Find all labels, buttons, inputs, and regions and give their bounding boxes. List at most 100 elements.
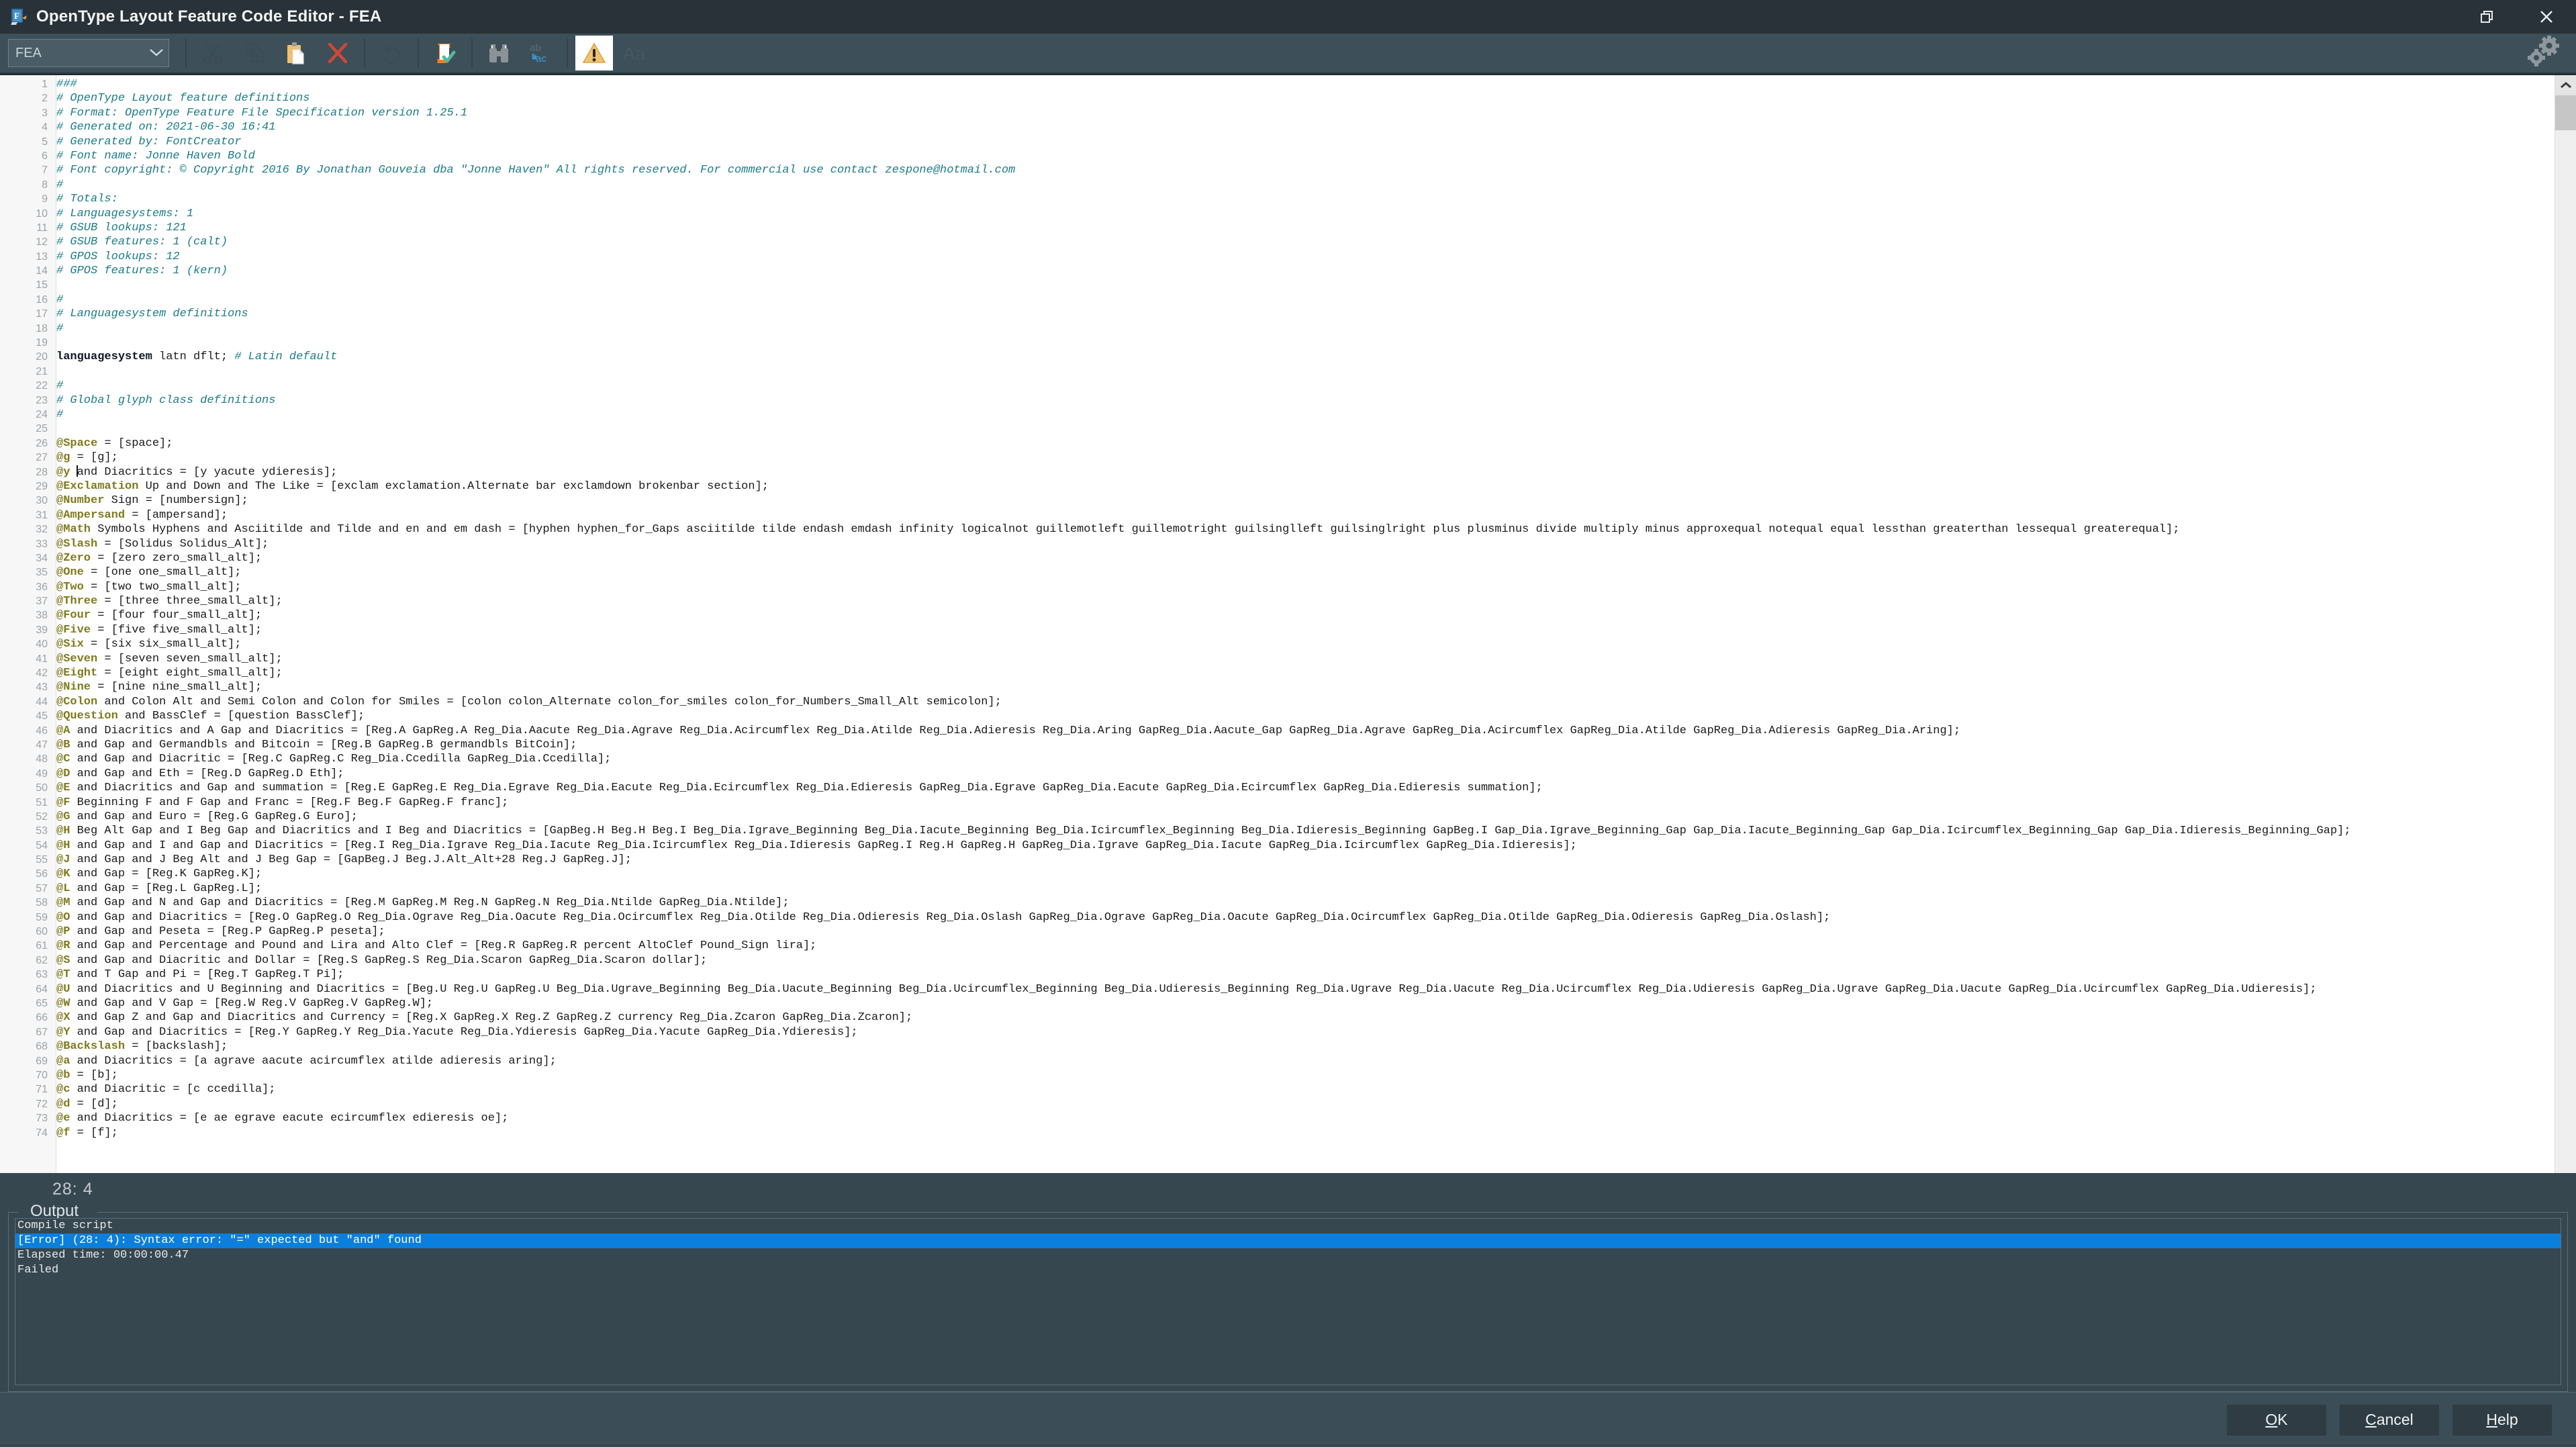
cancel-button[interactable]: Cancel [2340,1404,2439,1436]
line-text[interactable]: @J and Gap and J Beg Alt and J Beg Gap =… [52,853,632,867]
code-line[interactable]: 47 @B and Gap and Germandbls and Bitcoin … [0,738,2555,752]
scrollbar-thumb[interactable] [2555,95,2576,130]
code-line[interactable]: 48 @C and Gap and Diacritic = [Reg.C GapR… [0,752,2555,766]
code-line[interactable]: 39 @Five = [five five_small_alt]; [0,623,2555,637]
line-text[interactable]: @B and Gap and Germandbls and Bitcoin = … [52,738,577,752]
code-line[interactable]: 15 [0,278,2555,292]
code-line[interactable]: 38 @Four = [four four_small_alt]; [0,608,2555,622]
font-button[interactable]: Aa [617,36,655,71]
line-text[interactable]: # [52,293,63,307]
code-line[interactable]: 57 @L and Gap = [Reg.L GapReg.L]; [0,882,2555,896]
code-line[interactable]: 12 # GSUB features: 1 (calt) [0,235,2555,249]
line-text[interactable]: @Six = [six six_small_alt]; [52,637,241,651]
code-editor[interactable]: 1 ### 2 # OpenType Layout feature definitio… [0,75,2555,1173]
code-line[interactable]: 5 # Generated by: FontCreator [0,135,2555,149]
code-line[interactable]: 71 @c and Diacritic = [c ccedilla]; [0,1082,2555,1096]
code-line[interactable]: 35 @One = [one one_small_alt]; [0,565,2555,579]
code-line[interactable]: 10 # Languagesystems: 1 [0,207,2555,221]
code-line[interactable]: 42 @Eight = [eight eight_small_alt]; [0,666,2555,680]
code-line[interactable]: 4 # Generated on: 2021-06-30 16:41 [0,120,2555,134]
code-line[interactable]: 22 # [0,379,2555,393]
code-line[interactable]: 54 @H and Gap and I and Gap and Diacritic… [0,839,2555,853]
code-line[interactable]: 3 # Format: OpenType Feature File Specifi… [0,106,2555,120]
line-text[interactable]: @c and Diacritic = [c ccedilla]; [52,1082,275,1096]
scroll-up-arrow-icon[interactable] [2555,75,2576,95]
output-line[interactable]: Failed [15,1263,2561,1278]
code-line[interactable]: 18 # [0,322,2555,336]
editor-vertical-scrollbar[interactable] [2555,75,2576,1173]
ok-button[interactable]: OK [2227,1404,2326,1436]
line-text[interactable] [52,336,56,350]
line-text[interactable]: @Eight = [eight eight_small_alt]; [52,666,283,680]
line-text[interactable]: @Two = [two two_small_alt]; [52,580,241,594]
line-text[interactable]: # [52,178,63,192]
code-line[interactable]: 61 @R and Gap and Percentage and Pound an… [0,939,2555,953]
code-line[interactable]: 32 @Math Symbols Hyphens and Asciitilde a… [0,522,2555,536]
code-line[interactable]: 31 @Ampersand = [ampersand]; [0,508,2555,522]
line-text[interactable]: @a and Diacritics = [a agrave aacute aci… [52,1054,557,1068]
line-text[interactable]: @Three = [three three_small_alt]; [52,594,283,608]
code-line[interactable]: 14 # GPOS features: 1 (kern) [0,264,2555,278]
code-line[interactable]: 43 @Nine = [nine nine_small_alt]; [0,680,2555,694]
line-text[interactable] [52,278,56,292]
undo-button[interactable] [373,36,410,71]
line-text[interactable]: # GPOS features: 1 (kern) [52,264,228,278]
code-line[interactable]: 6 # Font name: Jonne Haven Bold [0,149,2555,163]
line-text[interactable]: @E and Diacritics and Gap and summation … [52,781,1543,795]
line-text[interactable]: # Languagesystems: 1 [52,207,193,221]
code-line[interactable]: 7 # Font copyright: © Copyright 2016 By J… [0,163,2555,177]
code-line[interactable]: 50 @E and Diacritics and Gap and summatio… [0,781,2555,795]
line-text[interactable]: @Seven = [seven seven_small_alt]; [52,652,283,666]
code-line[interactable]: 58 @M and Gap and N and Gap and Diacritic… [0,896,2555,910]
line-text[interactable]: @d = [d]; [52,1097,118,1111]
line-text[interactable]: @b = [b]; [52,1068,118,1082]
line-text[interactable]: @Exclamation Up and Down and The Like = … [52,479,769,494]
code-line[interactable]: 49 @D and Gap and Eth = [Reg.D GapReg.D E… [0,767,2555,781]
errors-button[interactable] [575,36,613,71]
help-button[interactable]: Help [2452,1404,2552,1436]
code-line[interactable]: 69 @a and Diacritics = [a agrave aacute a… [0,1054,2555,1068]
line-text[interactable]: @g = [g]; [52,451,118,465]
code-line[interactable]: 64 @U and Diacritics and U Beginning and … [0,982,2555,996]
line-text[interactable]: # Global glyph class definitions [52,393,275,408]
line-text[interactable]: # GSUB features: 1 (calt) [52,235,228,249]
line-text[interactable]: # [52,408,63,422]
line-text[interactable]: @Ampersand = [ampersand]; [52,508,228,522]
code-line[interactable]: 44 @Colon and Colon Alt and Semi Colon an… [0,695,2555,709]
code-line[interactable]: 41 @Seven = [seven seven_small_alt]; [0,652,2555,666]
settings-button[interactable] [2524,35,2563,72]
line-text[interactable]: # Format: OpenType Feature File Specific… [52,106,467,120]
code-line[interactable]: 40 @Six = [six six_small_alt]; [0,637,2555,651]
code-line[interactable]: 62 @S and Gap and Diacritic and Dollar = … [0,953,2555,968]
output-line-selected[interactable]: [Error] (28: 4): Syntax error: "=" expec… [15,1233,2561,1248]
line-text[interactable]: @H and Gap and I and Gap and Diacritics … [52,839,1577,853]
line-text[interactable]: @S and Gap and Diacritic and Dollar = [R… [52,953,707,968]
code-line[interactable]: 66 @X and Gap Z and Gap and Diacritics an… [0,1011,2555,1025]
code-lines[interactable]: 1 ### 2 # OpenType Layout feature definitio… [0,75,2555,1140]
line-text[interactable]: @O and Gap and Diacritics = [Reg.O GapRe… [52,911,1830,925]
close-button[interactable] [2517,0,2576,34]
replace-button[interactable]: ab ac [522,36,559,71]
code-line[interactable]: 19 [0,336,2555,350]
line-text[interactable]: # Generated by: FontCreator [52,135,241,149]
line-text[interactable]: @C and Gap and Diacritic = [Reg.C GapReg… [52,752,611,766]
line-text[interactable]: @G and Gap and Euro = [Reg.G GapReg.G Eu… [52,810,358,824]
cut-button[interactable] [194,36,232,71]
code-line[interactable]: 28 @y and Diacritics = [y yacute ydieresi… [0,465,2555,479]
code-line[interactable]: 56 @K and Gap = [Reg.K GapReg.K]; [0,867,2555,881]
line-text[interactable]: @Backslash = [backslash]; [52,1039,228,1054]
code-line[interactable]: 46 @A and Diacritics and A Gap and Diacri… [0,724,2555,738]
code-line[interactable]: 16 # [0,293,2555,307]
line-text[interactable]: @M and Gap and N and Gap and Diacritics … [52,896,790,910]
line-text[interactable]: @P and Gap and Peseta = [Reg.P GapReg.P … [52,925,385,939]
line-text[interactable] [52,422,56,436]
line-text[interactable]: languagesystem latn dflt; # Latin defaul… [52,350,337,364]
output-line[interactable]: Elapsed time: 00:00:00.47 [15,1248,2561,1263]
code-line[interactable]: 65 @W and Gap and V Gap = [Reg.W Reg.V Ga… [0,996,2555,1011]
restore-button[interactable] [2458,0,2517,34]
output-list[interactable]: Compile script [Error] (28: 4): Syntax er… [15,1218,2561,1385]
line-text[interactable]: @Five = [five five_small_alt]; [52,623,262,637]
script-selector-combobox[interactable]: FEA [8,39,169,67]
line-text[interactable]: @Space = [space]; [52,436,173,451]
code-line[interactable]: 60 @P and Gap and Peseta = [Reg.P GapReg.… [0,925,2555,939]
